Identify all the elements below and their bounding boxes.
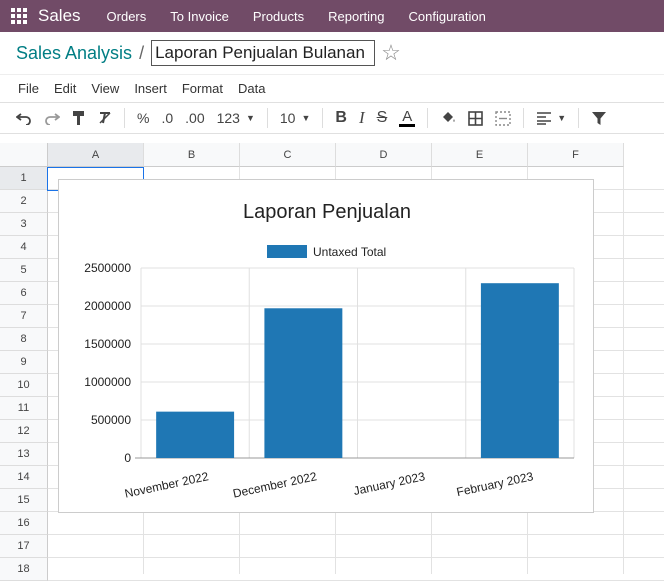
strikethrough-button[interactable]: S: [371, 109, 394, 127]
y-tick-label: 2000000: [84, 299, 131, 313]
row-header-3[interactable]: 3: [0, 213, 48, 236]
formatting-toolbar: % .0 .00 123 ▼ 10 ▼ B I S A ▼: [0, 102, 664, 134]
menu-view[interactable]: View: [91, 81, 119, 96]
toolbar-divider: [523, 108, 525, 128]
breadcrumb-separator: /: [139, 42, 145, 63]
y-tick-label: 500000: [91, 413, 131, 427]
chart-container[interactable]: Laporan Penjualan Untaxed Total 0 500000 100…: [58, 179, 594, 513]
row-header-10[interactable]: 10: [0, 374, 48, 397]
x-tick-label: February 2023: [455, 469, 535, 499]
row-header-5[interactable]: 5: [0, 259, 48, 282]
menu-bar: File Edit View Insert Format Data: [0, 74, 664, 102]
menu-insert[interactable]: Insert: [134, 81, 167, 96]
row-header-15[interactable]: 15: [0, 489, 48, 512]
undo-icon[interactable]: [10, 111, 38, 125]
x-tick-label: November 2022: [123, 469, 210, 501]
row-header-6[interactable]: 6: [0, 282, 48, 305]
row-header-12[interactable]: 12: [0, 420, 48, 443]
menu-edit[interactable]: Edit: [54, 81, 76, 96]
nav-orders[interactable]: Orders: [107, 9, 147, 24]
column-header-f[interactable]: F: [528, 143, 624, 167]
column-header-e[interactable]: E: [432, 143, 528, 167]
font-size-dropdown[interactable]: 10 ▼: [274, 110, 317, 126]
grid-corner[interactable]: [0, 143, 48, 167]
number-format-dropdown[interactable]: 123 ▼: [211, 110, 261, 126]
nav-configuration[interactable]: Configuration: [409, 9, 486, 24]
spreadsheet-title-input[interactable]: [151, 40, 376, 66]
column-header-d[interactable]: D: [336, 143, 432, 167]
bold-button[interactable]: B: [329, 109, 353, 127]
apps-grid-icon: [11, 8, 27, 24]
text-color-swatch: [399, 124, 416, 127]
chevron-down-icon: ▼: [245, 113, 255, 123]
font-size-label: 10: [279, 110, 296, 126]
nav-to-invoice[interactable]: To Invoice: [170, 9, 229, 24]
row-header-4[interactable]: 4: [0, 236, 48, 259]
chevron-down-icon: ▼: [557, 113, 567, 123]
row-header-16[interactable]: 16: [0, 512, 48, 535]
y-tick-label: 1500000: [84, 337, 131, 351]
x-tick-label: January 2023: [352, 469, 426, 498]
percent-format-button[interactable]: %: [131, 110, 155, 126]
app-brand[interactable]: Sales: [38, 6, 81, 26]
column-header-a[interactable]: A: [48, 143, 144, 167]
row-header-8[interactable]: 8: [0, 328, 48, 351]
toolbar-divider: [578, 108, 580, 128]
breadcrumb: Sales Analysis / ☆: [0, 32, 664, 74]
row-header-9[interactable]: 9: [0, 351, 48, 374]
breadcrumb-parent-link[interactable]: Sales Analysis: [16, 43, 132, 64]
chevron-down-icon: ▼: [301, 113, 311, 123]
apps-menu-button[interactable]: [0, 8, 38, 24]
menu-data[interactable]: Data: [238, 81, 265, 96]
decrease-decimal-button[interactable]: .0: [155, 110, 179, 126]
grid-line: [48, 534, 664, 535]
row-header-14[interactable]: 14: [0, 466, 48, 489]
row-header-2[interactable]: 2: [0, 190, 48, 213]
bar-chart: Laporan Penjualan Untaxed Total 0 500000 100…: [84, 201, 575, 501]
legend-label: Untaxed Total: [313, 245, 386, 259]
chart-title: Laporan Penjualan: [243, 201, 411, 223]
nav-reporting[interactable]: Reporting: [328, 9, 384, 24]
merge-cells-icon[interactable]: [489, 110, 517, 126]
borders-icon[interactable]: [462, 110, 489, 126]
align-icon[interactable]: ▼: [530, 111, 572, 125]
column-header-c[interactable]: C: [240, 143, 336, 167]
filter-icon[interactable]: [585, 111, 613, 126]
y-tick-label: 2500000: [84, 261, 131, 275]
toolbar-divider: [266, 108, 268, 128]
italic-button[interactable]: I: [353, 108, 371, 128]
number-format-label: 123: [216, 110, 240, 126]
fill-color-icon[interactable]: [434, 110, 462, 126]
nav-products[interactable]: Products: [253, 9, 304, 24]
legend-swatch: [267, 245, 307, 258]
menu-format[interactable]: Format: [182, 81, 223, 96]
grid-line: [48, 557, 664, 558]
toolbar-divider: [427, 108, 429, 128]
row-header-1[interactable]: 1: [0, 167, 48, 190]
row-header-11[interactable]: 11: [0, 397, 48, 420]
grid-line: [623, 167, 624, 574]
redo-icon[interactable]: [38, 111, 66, 125]
column-header-b[interactable]: B: [144, 143, 240, 167]
row-header-13[interactable]: 13: [0, 443, 48, 466]
top-navbar: Sales Orders To Invoice Products Reporti…: [0, 0, 664, 32]
row-header-18[interactable]: 18: [0, 558, 48, 581]
bar-december-2022: [264, 308, 343, 458]
text-color-letter: A: [402, 108, 413, 125]
favorite-star-icon[interactable]: ☆: [381, 42, 401, 64]
row-header-7[interactable]: 7: [0, 305, 48, 328]
bar-february-2023: [480, 283, 559, 458]
toolbar-divider: [124, 108, 125, 128]
clear-format-icon[interactable]: [92, 111, 118, 125]
y-tick-label: 0: [124, 451, 131, 465]
bar-november-2022: [156, 411, 235, 458]
row-header-17[interactable]: 17: [0, 535, 48, 558]
text-color-button[interactable]: A: [393, 109, 421, 127]
y-tick-label: 1000000: [84, 375, 131, 389]
toolbar-divider: [322, 108, 324, 128]
increase-decimal-button[interactable]: .00: [179, 110, 210, 126]
paint-format-icon[interactable]: [66, 110, 92, 126]
x-tick-label: December 2022: [232, 469, 319, 501]
menu-file[interactable]: File: [18, 81, 39, 96]
